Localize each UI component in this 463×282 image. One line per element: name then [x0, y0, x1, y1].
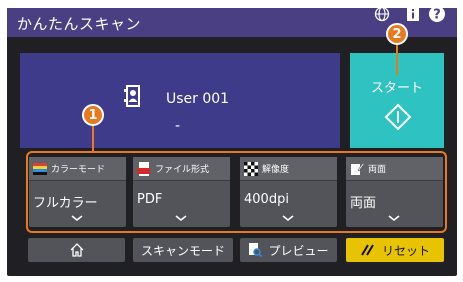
setting-duplex-label: 両面 — [368, 165, 387, 175]
setting-resolution[interactable]: 解像度 400dpi — [240, 157, 337, 227]
start-diamond-icon — [384, 103, 412, 131]
reset-button[interactable]: リセット — [346, 238, 444, 262]
color-mode-icon — [33, 162, 47, 175]
setting-duplex-value: 両面 — [350, 196, 377, 211]
setting-color-mode-value: フルカラー — [33, 196, 98, 211]
home-icon — [70, 243, 83, 257]
chevron-down-icon — [282, 215, 294, 222]
preview-icon — [249, 243, 263, 257]
callout-1: 1 — [82, 104, 104, 126]
setting-duplex[interactable]: 両面 両面 — [346, 157, 443, 227]
preview-button[interactable]: プレビュー — [240, 238, 337, 262]
setting-color-mode-label: カラーモード — [51, 165, 106, 175]
callout-2-leader — [396, 44, 398, 75]
help-icon[interactable]: ? — [428, 5, 446, 23]
setting-file-format[interactable]: ファイル形式 PDF — [133, 157, 230, 227]
chevron-down-icon — [388, 215, 400, 222]
globe-icon[interactable] — [373, 5, 391, 23]
user-count: - — [175, 118, 181, 134]
setting-color-mode-header: カラーモード — [29, 157, 126, 181]
pdf-file-icon — [137, 161, 150, 176]
preview-label: プレビュー — [268, 243, 329, 258]
chevron-down-icon — [71, 215, 83, 222]
resolution-icon — [244, 161, 258, 176]
callout-1-leader — [92, 125, 94, 152]
setting-duplex-header: 両面 — [346, 157, 443, 181]
setting-resolution-value: 400dpi — [244, 192, 289, 207]
scan-mode-label: スキャンモード — [140, 243, 225, 258]
setting-file-format-value: PDF — [137, 192, 163, 207]
duplex-icon — [351, 162, 364, 175]
reset-label: リセット — [381, 243, 430, 258]
setting-color-mode[interactable]: カラーモード フルカラー — [29, 157, 126, 227]
start-button-label: スタート — [370, 81, 423, 96]
user-icon — [124, 85, 140, 107]
scan-mode-button[interactable]: スキャンモード — [133, 238, 233, 262]
callout-2: 2 — [386, 23, 408, 45]
setting-file-format-label: ファイル形式 — [155, 165, 210, 175]
reset-icon — [361, 244, 374, 256]
app-title: かんたんスキャン — [17, 15, 142, 33]
chevron-down-icon — [175, 215, 187, 222]
info-icon[interactable] — [404, 5, 422, 23]
setting-resolution-header: 解像度 — [240, 157, 337, 181]
home-button[interactable] — [28, 238, 125, 262]
setting-resolution-label: 解像度 — [262, 165, 290, 175]
setting-file-format-header: ファイル形式 — [133, 157, 230, 181]
help-icon-glyph: ? — [433, 8, 441, 23]
user-panel[interactable]: User 001 - — [20, 53, 340, 148]
user-name: User 001 — [166, 91, 230, 107]
